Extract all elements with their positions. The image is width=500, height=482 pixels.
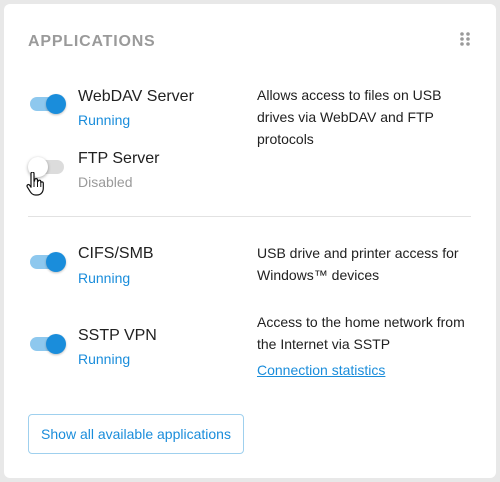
cifs-smb-name: CIFS/SMB xyxy=(78,245,154,262)
cifs-smb-toggle[interactable] xyxy=(30,250,66,274)
sstp-vpn-status: Running xyxy=(78,351,131,367)
webdav-server-name: WebDAV Server xyxy=(78,88,194,105)
card-title: APPLICATIONS xyxy=(28,33,156,50)
sstp-vpn-name: SSTP VPN xyxy=(78,327,157,344)
webdav-ftp-description: Allows access to files on USB drives via… xyxy=(257,87,442,147)
drag-dots-icon[interactable] xyxy=(459,31,471,47)
sstp-vpn-toggle[interactable] xyxy=(30,332,66,356)
show-all-applications-label: Show all available applications xyxy=(41,426,231,442)
hand-pointer-cursor-icon xyxy=(26,172,44,196)
ftp-server-name: FTP Server xyxy=(78,150,160,167)
webdav-server-toggle[interactable] xyxy=(30,92,66,116)
toggle-thumb xyxy=(46,252,66,272)
applications-card: APPLICATIONS WebDAV Server Running FTP S… xyxy=(4,4,496,478)
sstp-vpn-description: Access to the home network from the Inte… xyxy=(257,314,465,352)
show-all-applications-button[interactable]: Show all available applications xyxy=(28,414,244,454)
cifs-smb-description: USB drive and printer access for Windows… xyxy=(257,245,459,283)
webdav-server-status: Running xyxy=(78,112,131,128)
toggle-thumb xyxy=(46,334,66,354)
cifs-smb-status: Running xyxy=(78,270,131,286)
section-divider xyxy=(28,216,471,217)
ftp-server-status: Disabled xyxy=(78,174,133,190)
toggle-thumb xyxy=(46,94,66,114)
connection-statistics-link[interactable]: Connection statistics xyxy=(257,362,385,378)
